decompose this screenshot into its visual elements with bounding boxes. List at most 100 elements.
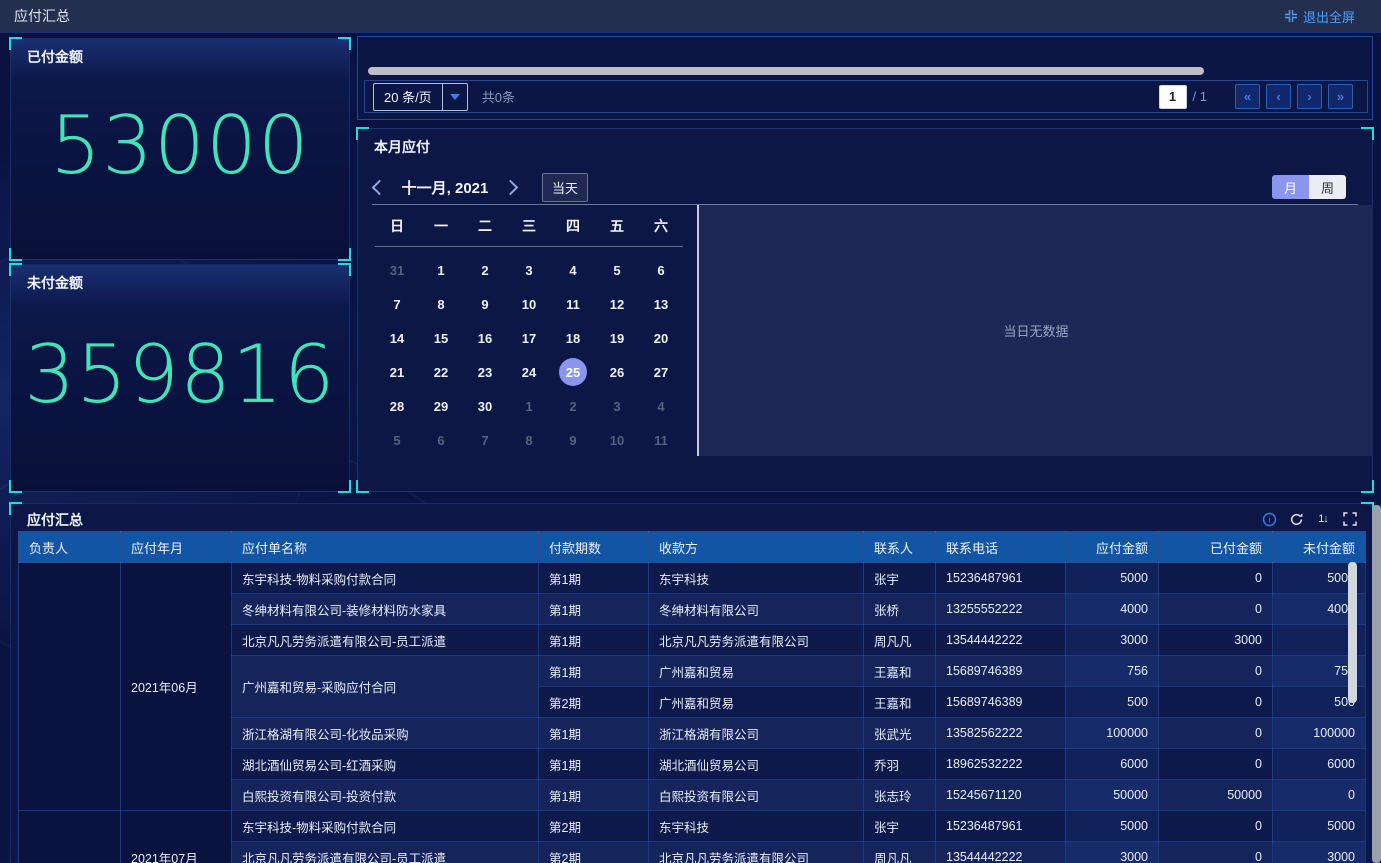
calendar-day[interactable]: 13 [639, 287, 683, 321]
column-header[interactable]: 未付金额 [1273, 532, 1366, 563]
calendar-day[interactable]: 12 [595, 287, 639, 321]
paid-amount-cell: 0 [1159, 718, 1273, 749]
calendar-day[interactable]: 1 [419, 253, 463, 287]
calendar-day-number: 4 [647, 392, 675, 420]
weekday-label: 二 [463, 212, 507, 240]
page-number-input[interactable] [1159, 85, 1187, 109]
calendar-day[interactable]: 9 [551, 423, 595, 457]
calendar-day[interactable]: 3 [595, 389, 639, 423]
calendar-day[interactable]: 25 [551, 355, 595, 389]
page-title: 应付汇总 [14, 6, 70, 26]
page-size-select[interactable]: 20 条/页 [373, 83, 468, 111]
calendar-day[interactable]: 23 [463, 355, 507, 389]
calendar-day[interactable]: 2 [551, 389, 595, 423]
calendar-day[interactable]: 21 [375, 355, 419, 389]
phone-cell: 18962532222 [936, 749, 1066, 780]
table-row[interactable]: 2021年06月东宇科技-物料采购付款合同第1期东宇科技张宇1523648796… [19, 563, 1366, 594]
calendar-day[interactable]: 24 [507, 355, 551, 389]
first-page-button[interactable]: « [1235, 84, 1260, 109]
calendar-day[interactable]: 5 [375, 423, 419, 457]
chevron-down-icon [442, 84, 467, 110]
today-button[interactable]: 当天 [542, 173, 588, 202]
calendar-day[interactable]: 27 [639, 355, 683, 389]
calendar-day[interactable]: 16 [463, 321, 507, 355]
calendar-day[interactable]: 18 [551, 321, 595, 355]
contact-cell: 王嘉和 [864, 687, 936, 718]
sort-icon[interactable]: 1↓ [1315, 511, 1331, 527]
table-row[interactable]: 2021年07月东宇科技-物料采购付款合同第2期东宇科技张宇1523648796… [19, 811, 1366, 842]
unpaid-amount-title: 未付金额 [27, 273, 83, 293]
calendar-day[interactable]: 5 [595, 253, 639, 287]
calendar-day-number: 18 [559, 324, 587, 352]
prev-month-icon[interactable] [372, 179, 388, 195]
column-header[interactable]: 应付年月 [121, 532, 232, 563]
column-header[interactable]: 负责人 [19, 532, 121, 563]
calendar-day-number: 26 [603, 358, 631, 386]
calendar-day[interactable]: 11 [639, 423, 683, 457]
weekday-label: 五 [595, 212, 639, 240]
column-header[interactable]: 应付金额 [1066, 532, 1159, 563]
info-icon[interactable]: i [1261, 511, 1277, 527]
fullscreen-icon[interactable] [1342, 511, 1358, 527]
toggle-month[interactable]: 月 [1272, 175, 1309, 199]
calendar-day[interactable]: 28 [375, 389, 419, 423]
column-header[interactable]: 联系电话 [936, 532, 1066, 563]
column-header[interactable]: 联系人 [864, 532, 936, 563]
monthly-payable-title: 本月应付 [374, 137, 430, 157]
payee-cell: 北京凡凡劳务派遣有限公司 [649, 625, 864, 656]
calendar-day[interactable]: 10 [595, 423, 639, 457]
paid-amount-cell: 0 [1159, 687, 1273, 718]
calendar-day[interactable]: 11 [551, 287, 595, 321]
calendar-day[interactable]: 6 [419, 423, 463, 457]
column-header[interactable]: 收款方 [649, 532, 864, 563]
order-name-cell: 湖北酒仙贸易公司-红酒采购 [232, 749, 539, 780]
calendar-day[interactable]: 19 [595, 321, 639, 355]
calendar-day[interactable]: 4 [551, 253, 595, 287]
calendar-day[interactable]: 3 [507, 253, 551, 287]
column-header[interactable]: 付款期数 [539, 532, 649, 563]
calendar-day[interactable]: 20 [639, 321, 683, 355]
calendar-day[interactable]: 7 [463, 423, 507, 457]
calendar-day[interactable]: 22 [419, 355, 463, 389]
horizontal-scrollbar-thumb[interactable] [368, 67, 1204, 75]
refresh-icon[interactable] [1288, 511, 1304, 527]
page-total-label: / 1 [1193, 89, 1207, 104]
next-month-icon[interactable] [503, 179, 519, 195]
exit-fullscreen-button[interactable]: 退出全屏 [1284, 0, 1355, 32]
calendar-day[interactable]: 29 [419, 389, 463, 423]
calendar-day[interactable]: 14 [375, 321, 419, 355]
first-page-icon: « [1244, 90, 1251, 103]
calendar-day-number: 20 [647, 324, 675, 352]
calendar-day[interactable]: 1 [507, 389, 551, 423]
calendar-day[interactable]: 10 [507, 287, 551, 321]
calendar-nav: 十一月, 2021 当天 [374, 173, 588, 201]
calendar-day[interactable]: 30 [463, 389, 507, 423]
toggle-week[interactable]: 周 [1309, 175, 1346, 199]
calendar-day[interactable]: 31 [375, 253, 419, 287]
prev-page-button[interactable]: ‹ [1266, 84, 1291, 109]
calendar-day-number: 9 [471, 290, 499, 318]
calendar-day[interactable]: 17 [507, 321, 551, 355]
calendar-day-number: 14 [383, 324, 411, 352]
calendar-day-number: 7 [471, 426, 499, 454]
calendar-day-number: 21 [383, 358, 411, 386]
weekday-label: 三 [507, 212, 551, 240]
window-scrollbar-thumb[interactable] [1372, 505, 1381, 863]
last-page-button[interactable]: » [1328, 84, 1353, 109]
calendar-day[interactable]: 6 [639, 253, 683, 287]
exit-fullscreen-label: 退出全屏 [1303, 7, 1355, 26]
calendar-day[interactable]: 8 [507, 423, 551, 457]
calendar-day[interactable]: 9 [463, 287, 507, 321]
calendar-day[interactable]: 4 [639, 389, 683, 423]
next-page-button[interactable]: › [1297, 84, 1322, 109]
column-header[interactable]: 应付单名称 [232, 532, 539, 563]
calendar-day[interactable]: 8 [419, 287, 463, 321]
svg-text:i: i [1268, 515, 1270, 525]
phone-cell: 15689746389 [936, 687, 1066, 718]
calendar-day[interactable]: 2 [463, 253, 507, 287]
calendar-day[interactable]: 26 [595, 355, 639, 389]
calendar-day[interactable]: 7 [375, 287, 419, 321]
column-header[interactable]: 已付金额 [1159, 532, 1273, 563]
table-scrollbar-thumb[interactable] [1348, 562, 1357, 703]
calendar-day[interactable]: 15 [419, 321, 463, 355]
